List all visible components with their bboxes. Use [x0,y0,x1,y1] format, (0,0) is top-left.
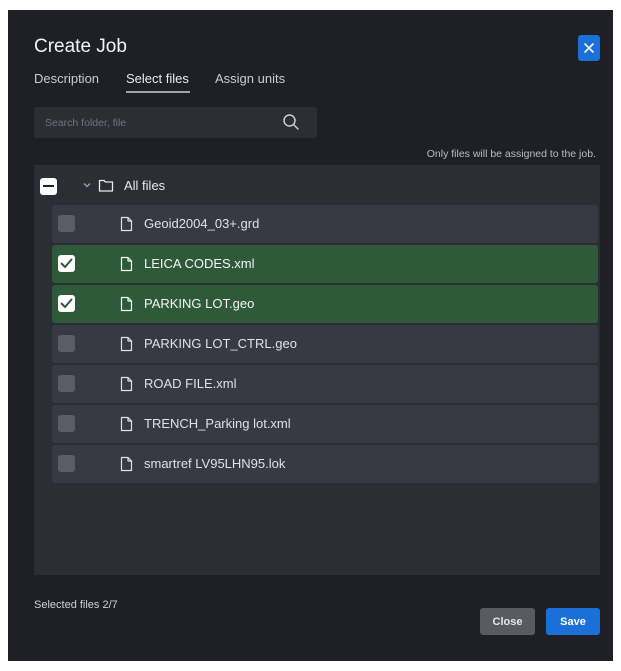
tab-description[interactable]: Description [34,71,99,86]
file-name: PARKING LOT_CTRL.geo [144,336,297,351]
checkmark-icon [60,258,73,268]
file-row[interactable]: Geoid2004_03+.grd [52,205,598,243]
file-name: TRENCH_Parking lot.xml [144,416,291,431]
chevron-down-icon[interactable] [82,180,92,190]
file-checkbox[interactable] [58,335,75,352]
file-row[interactable]: smartref LV95LHN95.lok [52,445,598,483]
checkmark-icon [60,298,73,308]
save-button[interactable]: Save [546,608,600,635]
selected-files-count: Selected files 2/7 [34,599,118,611]
search-icon[interactable] [282,113,300,131]
file-name: ROAD FILE.xml [144,376,237,391]
active-tab-indicator [126,91,190,93]
assignment-hint: Only files will be assigned to the job. [426,148,596,160]
file-row[interactable]: ROAD FILE.xml [52,365,598,403]
search-input[interactable] [34,107,285,138]
file-icon [120,376,133,392]
file-row[interactable]: TRENCH_Parking lot.xml [52,405,598,443]
search-box [34,107,317,138]
folder-icon [98,179,114,192]
all-files-label: All files [124,178,166,193]
tab-assign-units[interactable]: Assign units [215,71,285,86]
file-row[interactable]: PARKING LOT_CTRL.geo [52,325,598,363]
file-row[interactable]: PARKING LOT.geo [52,285,598,323]
close-button[interactable]: Close [480,608,535,635]
close-icon [584,43,594,53]
file-icon [120,256,133,272]
file-icon [120,216,133,232]
file-icon [120,416,133,432]
dialog-title: Create Job [34,36,127,57]
file-tree-panel: All files Geoid2004_03+.grd LEICA CODES.… [34,165,600,575]
file-icon [120,296,133,312]
file-checkbox[interactable] [58,455,75,472]
file-icon [120,456,133,472]
file-name: PARKING LOT.geo [144,296,255,311]
file-name: LEICA CODES.xml [144,256,255,271]
all-files-checkbox[interactable] [40,178,57,195]
file-checkbox[interactable] [58,375,75,392]
create-job-dialog: Create Job Description Select files Assi… [8,10,613,661]
file-name: smartref LV95LHN95.lok [144,456,286,471]
file-icon [120,336,133,352]
tree-root-row: All files [34,169,600,203]
file-checkbox[interactable] [58,415,75,432]
file-checkbox[interactable] [58,215,75,232]
file-name: Geoid2004_03+.grd [144,216,260,231]
file-row[interactable]: LEICA CODES.xml [52,245,598,283]
tab-select-files[interactable]: Select files [126,71,189,86]
close-dialog-button[interactable] [578,35,600,61]
